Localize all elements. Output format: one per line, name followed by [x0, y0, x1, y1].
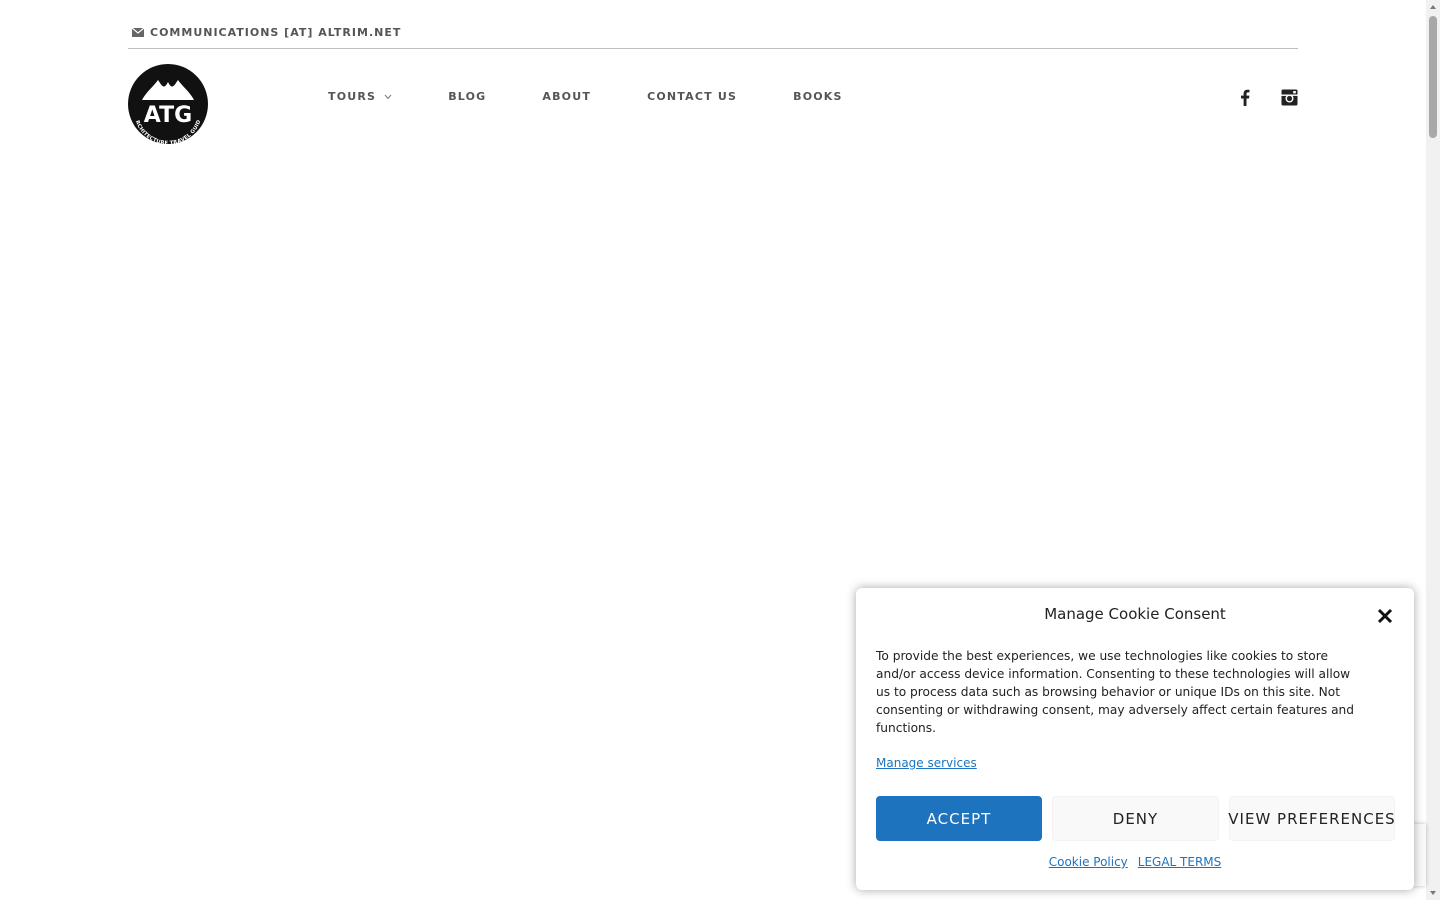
top-bar: COMMUNICATIONS [AT] ALTRIM.NET [128, 0, 1298, 49]
accept-button[interactable]: ACCEPT [876, 796, 1042, 841]
nav-item-label: CONTACT US [647, 90, 738, 103]
scroll-up-icon[interactable] [1429, 4, 1437, 10]
nav-item-about[interactable]: ABOUT [542, 90, 591, 103]
nav-item-label: TOURS [328, 90, 377, 103]
cookie-policy-link[interactable]: Cookie Policy [1049, 855, 1128, 869]
nav-item-tours[interactable]: TOURS [328, 90, 392, 103]
cookie-consent-dialog: Manage Cookie Consent To provide the bes… [856, 588, 1414, 890]
deny-button[interactable]: DENY [1052, 796, 1219, 841]
cookie-footer-links: Cookie Policy LEGAL TERMS [856, 855, 1414, 869]
nav-item-label: ABOUT [542, 90, 592, 103]
page-scrollbar[interactable] [1426, 0, 1440, 900]
logo-text: ATG [144, 103, 192, 128]
nav-item-books[interactable]: BOOKS [793, 90, 843, 103]
nav-item-contact[interactable]: CONTACT US [647, 90, 737, 103]
facebook-link[interactable] [1236, 88, 1254, 106]
main-nav: TOURS BLOG ABOUT CONTACT US BOOKS [328, 90, 899, 103]
nav-item-blog[interactable]: BLOG [448, 90, 486, 103]
manage-services-link[interactable]: Manage services [876, 756, 977, 770]
cookie-buttons: ACCEPT DENY VIEW PREFERENCES [876, 796, 1395, 841]
nav-item-label: BLOG [448, 90, 487, 103]
facebook-icon [1241, 89, 1250, 106]
view-preferences-button[interactable]: VIEW PREFERENCES [1228, 796, 1395, 841]
instagram-icon [1281, 89, 1297, 105]
cookie-dialog-body: To provide the best experiences, we use … [876, 649, 1355, 735]
instagram-link[interactable] [1280, 88, 1298, 106]
close-icon[interactable] [1376, 607, 1394, 625]
nav-item-label: BOOKS [793, 90, 843, 103]
contact-email-text: COMMUNICATIONS [AT] ALTRIM.NET [150, 26, 402, 39]
legal-terms-link[interactable]: LEGAL TERMS [1138, 855, 1222, 869]
contact-email[interactable]: COMMUNICATIONS [AT] ALTRIM.NET [132, 26, 401, 39]
scroll-down-icon[interactable] [1429, 890, 1437, 896]
scrollbar-thumb[interactable] [1429, 16, 1437, 138]
cookie-dialog-title: Manage Cookie Consent [1044, 605, 1226, 623]
envelope-icon [132, 28, 144, 37]
chevron-down-icon [384, 94, 392, 99]
atg-logo[interactable]: ATG ARCHITECTURE TRAVEL GUIDE [128, 64, 210, 148]
social-links [1236, 88, 1298, 106]
